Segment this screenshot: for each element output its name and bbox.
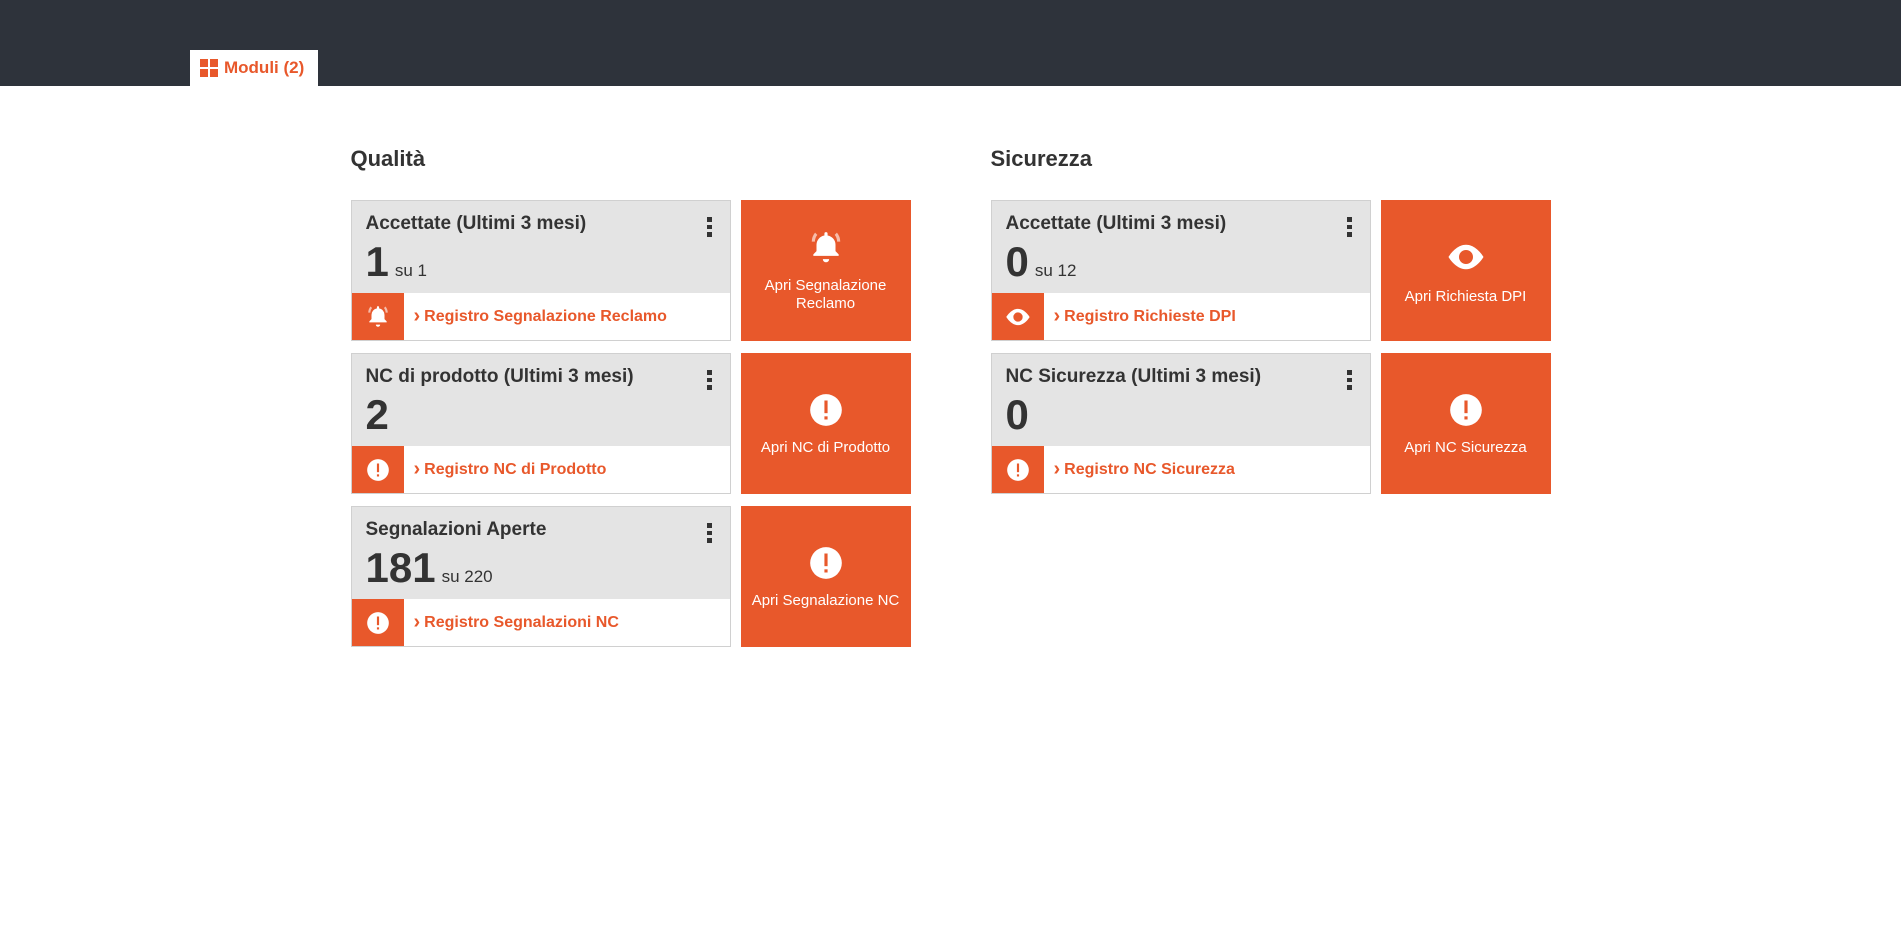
metric-suffix: su 220 [442, 567, 493, 587]
eye-icon [1445, 236, 1487, 278]
alert-icon [807, 544, 845, 582]
card-foot: Registro NC di Prodotto [352, 446, 730, 493]
column-title-qualita: Qualità [351, 146, 911, 172]
registro-link[interactable]: Registro Richieste DPI [1044, 293, 1370, 340]
tile-label: Apri NC Sicurezza [1404, 439, 1527, 457]
tab-moduli[interactable]: Moduli (2) [190, 50, 318, 86]
card-foot: Registro Segnalazione Reclamo [352, 293, 730, 340]
registro-link[interactable]: Registro NC di Prodotto [404, 446, 730, 493]
card-foot: Registro Segnalazioni NC [352, 599, 730, 646]
tile-label: Apri Segnalazione NC [752, 592, 900, 610]
bell-icon [352, 293, 404, 340]
card-metric: 0 [1006, 394, 1356, 436]
card-row: Accettate (Ultimi 3 mesi) 1 su 1 Registr… [351, 200, 911, 341]
card-title: Accettate (Ultimi 3 mesi) [1006, 213, 1356, 235]
column-title-sicurezza: Sicurezza [991, 146, 1551, 172]
card-row: NC di prodotto (Ultimi 3 mesi) 2 Registr… [351, 353, 911, 494]
card-metric: 2 [366, 394, 716, 436]
alert-icon [807, 391, 845, 429]
tile-label: Apri NC di Prodotto [761, 439, 890, 457]
card-head: NC Sicurezza (Ultimi 3 mesi) 0 [992, 354, 1370, 446]
alert-icon [992, 446, 1044, 493]
alert-icon [352, 446, 404, 493]
metric-value: 0 [1006, 241, 1029, 283]
card-head: Segnalazioni Aperte 181 su 220 [352, 507, 730, 599]
card-nc-prodotto: NC di prodotto (Ultimi 3 mesi) 2 Registr… [351, 353, 731, 494]
column-qualita: Qualità Accettate (Ultimi 3 mesi) 1 su 1… [351, 146, 911, 659]
kebab-icon[interactable] [1340, 217, 1360, 237]
card-row: NC Sicurezza (Ultimi 3 mesi) 0 Registro … [991, 353, 1551, 494]
tile-apri-nc-prodotto[interactable]: Apri NC di Prodotto [741, 353, 911, 494]
card-metric: 181 su 220 [366, 547, 716, 589]
card-row: Accettate (Ultimi 3 mesi) 0 su 12 Regist… [991, 200, 1551, 341]
card-title: NC di prodotto (Ultimi 3 mesi) [366, 366, 716, 388]
topbar: Moduli (2) [0, 0, 1901, 86]
card-title: Segnalazioni Aperte [366, 519, 716, 541]
metric-value: 181 [366, 547, 436, 589]
card-nc-sicurezza: NC Sicurezza (Ultimi 3 mesi) 0 Registro … [991, 353, 1371, 494]
metric-value: 0 [1006, 394, 1029, 436]
grid-icon [200, 59, 218, 77]
alert-icon [1447, 391, 1485, 429]
registro-link[interactable]: Registro NC Sicurezza [1044, 446, 1370, 493]
tile-apri-segnalazione-reclamo[interactable]: Apri Segnalazione Reclamo [741, 200, 911, 341]
kebab-icon[interactable] [700, 523, 720, 543]
bell-icon [807, 229, 845, 267]
card-title: NC Sicurezza (Ultimi 3 mesi) [1006, 366, 1356, 388]
card-metric: 1 su 1 [366, 241, 716, 283]
metric-suffix: su 12 [1035, 261, 1077, 281]
card-metric: 0 su 12 [1006, 241, 1356, 283]
tile-apri-nc-sicurezza[interactable]: Apri NC Sicurezza [1381, 353, 1551, 494]
kebab-icon[interactable] [1340, 370, 1360, 390]
tile-label: Apri Segnalazione Reclamo [749, 277, 903, 313]
card-accettate-qualita: Accettate (Ultimi 3 mesi) 1 su 1 Registr… [351, 200, 731, 341]
tile-apri-richiesta-dpi[interactable]: Apri Richiesta DPI [1381, 200, 1551, 341]
card-head: Accettate (Ultimi 3 mesi) 1 su 1 [352, 201, 730, 293]
content: Qualità Accettate (Ultimi 3 mesi) 1 su 1… [201, 146, 1701, 689]
metric-value: 2 [366, 394, 389, 436]
card-head: NC di prodotto (Ultimi 3 mesi) 2 [352, 354, 730, 446]
card-head: Accettate (Ultimi 3 mesi) 0 su 12 [992, 201, 1370, 293]
card-accettate-sicurezza: Accettate (Ultimi 3 mesi) 0 su 12 Regist… [991, 200, 1371, 341]
tab-label: Moduli (2) [224, 58, 304, 78]
metric-value: 1 [366, 241, 389, 283]
eye-icon [992, 293, 1044, 340]
alert-icon [352, 599, 404, 646]
column-sicurezza: Sicurezza Accettate (Ultimi 3 mesi) 0 su… [991, 146, 1551, 659]
metric-suffix: su 1 [395, 261, 427, 281]
kebab-icon[interactable] [700, 370, 720, 390]
tile-label: Apri Richiesta DPI [1405, 288, 1527, 306]
card-foot: Registro Richieste DPI [992, 293, 1370, 340]
card-title: Accettate (Ultimi 3 mesi) [366, 213, 716, 235]
card-foot: Registro NC Sicurezza [992, 446, 1370, 493]
card-segnalazioni-aperte: Segnalazioni Aperte 181 su 220 Registro … [351, 506, 731, 647]
tile-apri-segnalazione-nc[interactable]: Apri Segnalazione NC [741, 506, 911, 647]
card-row: Segnalazioni Aperte 181 su 220 Registro … [351, 506, 911, 647]
registro-link[interactable]: Registro Segnalazione Reclamo [404, 293, 730, 340]
kebab-icon[interactable] [700, 217, 720, 237]
registro-link[interactable]: Registro Segnalazioni NC [404, 599, 730, 646]
